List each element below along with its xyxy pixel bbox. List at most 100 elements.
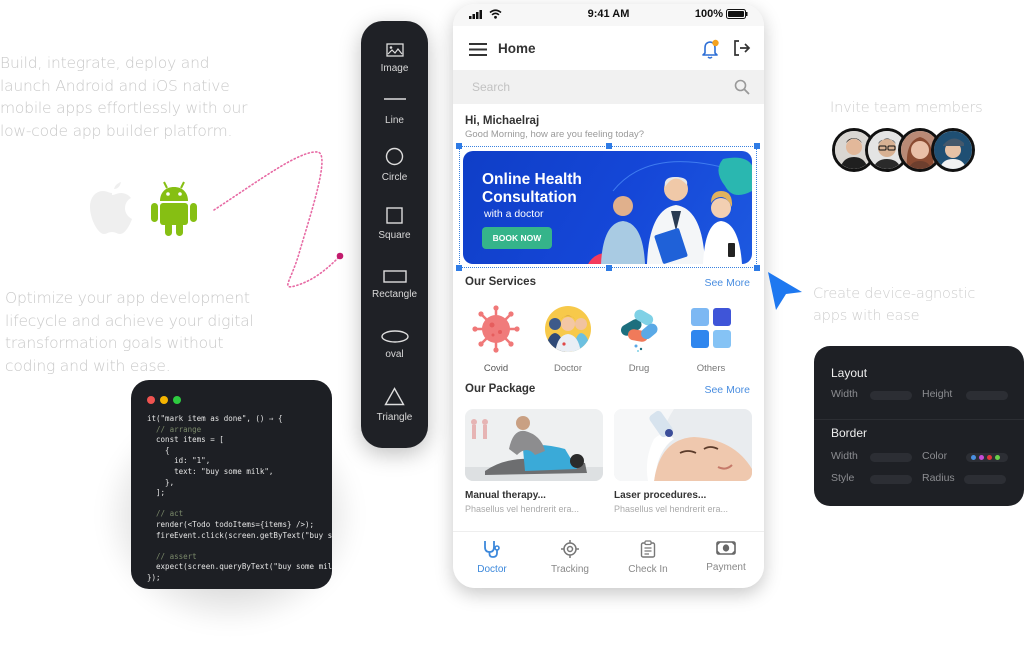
- color-swatch[interactable]: [995, 455, 1000, 460]
- intro-text: Build, integrate, deploy and launch Andr…: [0, 54, 248, 140]
- package-subtitle: Phasellus vel hendrerit era...: [465, 504, 580, 514]
- notification-bell-icon[interactable]: [702, 39, 720, 59]
- close-dot[interactable]: [147, 396, 155, 404]
- code-line: // act: [147, 509, 184, 519]
- code-line: ];: [147, 488, 166, 498]
- code-line: text: "buy some milk",: [147, 466, 274, 476]
- resize-handle-tm[interactable]: [606, 143, 612, 149]
- battery-percent: 100%: [694, 8, 723, 20]
- service-label: Covid: [483, 363, 509, 374]
- code-line: id: "1",: [147, 456, 211, 466]
- tool-oval[interactable]: oval: [361, 330, 428, 360]
- border-radius-input[interactable]: [964, 475, 1006, 484]
- package-card[interactable]: Laser procedures... Phasellus vel hendre…: [614, 409, 752, 514]
- tool-triangle[interactable]: Triangle: [361, 387, 428, 423]
- layout-width-input[interactable]: [870, 391, 912, 400]
- virus-icon: [472, 305, 520, 353]
- avatar[interactable]: [931, 128, 975, 172]
- service-covid[interactable]: Covid: [463, 304, 529, 374]
- tool-circle[interactable]: Circle: [361, 147, 428, 183]
- packages-heading: Our Package: [465, 383, 536, 395]
- tool-label: Rectangle: [371, 289, 418, 300]
- android-icon: [151, 181, 197, 236]
- tool-square[interactable]: Square: [361, 207, 428, 241]
- tool-rectangle[interactable]: Rectangle: [361, 270, 428, 300]
- border-style-input[interactable]: [870, 475, 912, 484]
- resize-handle-tl[interactable]: [456, 143, 462, 149]
- bottom-tab-bar: Doctor Tracking Check In Payment: [453, 531, 764, 588]
- maximize-dot[interactable]: [173, 396, 181, 404]
- clipboard-icon: [640, 540, 656, 558]
- tab-payment[interactable]: Payment: [687, 540, 764, 573]
- packages-see-more-link[interactable]: See More: [704, 384, 750, 396]
- package-card[interactable]: Manual therapy... Phasellus vel hendreri…: [465, 409, 603, 514]
- tab-check-in[interactable]: Check In: [609, 540, 687, 575]
- border-heading: Border: [831, 426, 868, 440]
- tab-tracking[interactable]: Tracking: [531, 540, 609, 575]
- shape-palette: Image Line Circle Square Rectangle oval …: [361, 21, 428, 448]
- resize-handle-tr[interactable]: [754, 143, 760, 149]
- tool-label: oval: [385, 349, 404, 360]
- service-label: Doctor: [554, 363, 582, 374]
- search-icon[interactable]: [734, 79, 750, 95]
- resize-handle-br[interactable]: [754, 265, 760, 271]
- color-swatch[interactable]: [987, 455, 992, 460]
- panel-divider: [814, 419, 1024, 420]
- minimize-dot[interactable]: [160, 396, 168, 404]
- search-input[interactable]: Search: [453, 70, 764, 104]
- connector-curve: [213, 151, 344, 288]
- code-line: expect(screen.queryByText("buy some mil: [147, 562, 332, 572]
- code-editor-card: it("mark item as done", () ⇒ { // arrang…: [131, 380, 332, 589]
- doctors-icon: [545, 306, 591, 352]
- resize-handle-bl[interactable]: [456, 265, 462, 271]
- tab-label: Tracking: [551, 564, 589, 575]
- image-icon: [385, 43, 404, 57]
- border-color-swatches[interactable]: [966, 453, 1008, 462]
- border-color-label: Color: [922, 450, 948, 462]
- selection-frame[interactable]: [456, 143, 760, 271]
- status-bar: 9:41 AM 100%: [453, 4, 764, 26]
- logout-icon[interactable]: [733, 40, 751, 56]
- services-see-more-link[interactable]: See More: [704, 277, 750, 289]
- code-body: it("mark item as done", () ⇒ { // arrang…: [147, 414, 332, 584]
- package-subtitle: Phasellus vel hendrerit era...: [614, 504, 729, 514]
- code-line: {: [147, 445, 170, 455]
- stethoscope-icon: [484, 541, 500, 558]
- tool-image[interactable]: Image: [361, 43, 428, 74]
- tool-label: Image: [380, 63, 409, 74]
- battery: 100%: [695, 8, 748, 20]
- border-radius-label: Radius: [922, 472, 955, 484]
- package-image-therapy: [465, 409, 603, 481]
- cash-icon: [716, 541, 736, 555]
- border-width-input[interactable]: [870, 453, 912, 462]
- layout-height-input[interactable]: [966, 391, 1008, 400]
- code-line: },: [147, 477, 175, 487]
- package-title: Manual therapy...: [465, 490, 546, 501]
- resize-handle-bm[interactable]: [606, 265, 612, 271]
- tab-doctor[interactable]: Doctor: [453, 540, 531, 575]
- code-line: fireEvent.click(screen.getByText("buy s: [147, 530, 332, 540]
- color-swatch[interactable]: [979, 455, 984, 460]
- phone-mockup: 9:41 AM 100% Home Search Hi, Michaelraj …: [453, 4, 764, 588]
- service-doctor[interactable]: Doctor: [535, 304, 601, 374]
- service-drug[interactable]: Drug: [606, 304, 672, 374]
- search-placeholder: Search: [472, 80, 511, 94]
- device-agnostic-text: Create device-agnostic apps with ease: [813, 286, 976, 324]
- tool-label: Triangle: [376, 412, 413, 423]
- code-line: render(<Todo todoItems={items} />);: [147, 519, 315, 529]
- color-swatch[interactable]: [971, 455, 976, 460]
- service-others[interactable]: Others: [678, 304, 744, 374]
- target-icon: [561, 540, 579, 558]
- tool-line[interactable]: Line: [361, 97, 428, 126]
- window-controls: [147, 396, 181, 404]
- layout-heading: Layout: [831, 366, 868, 380]
- code-line: });: [147, 572, 161, 582]
- tool-label: Circle: [381, 172, 408, 183]
- code-line: // assert: [147, 551, 197, 561]
- circle-icon: [385, 147, 404, 166]
- tab-label: Doctor: [477, 564, 507, 575]
- triangle-icon: [384, 387, 405, 406]
- team-avatars[interactable]: [832, 128, 982, 174]
- hamburger-menu-icon[interactable]: [469, 43, 487, 56]
